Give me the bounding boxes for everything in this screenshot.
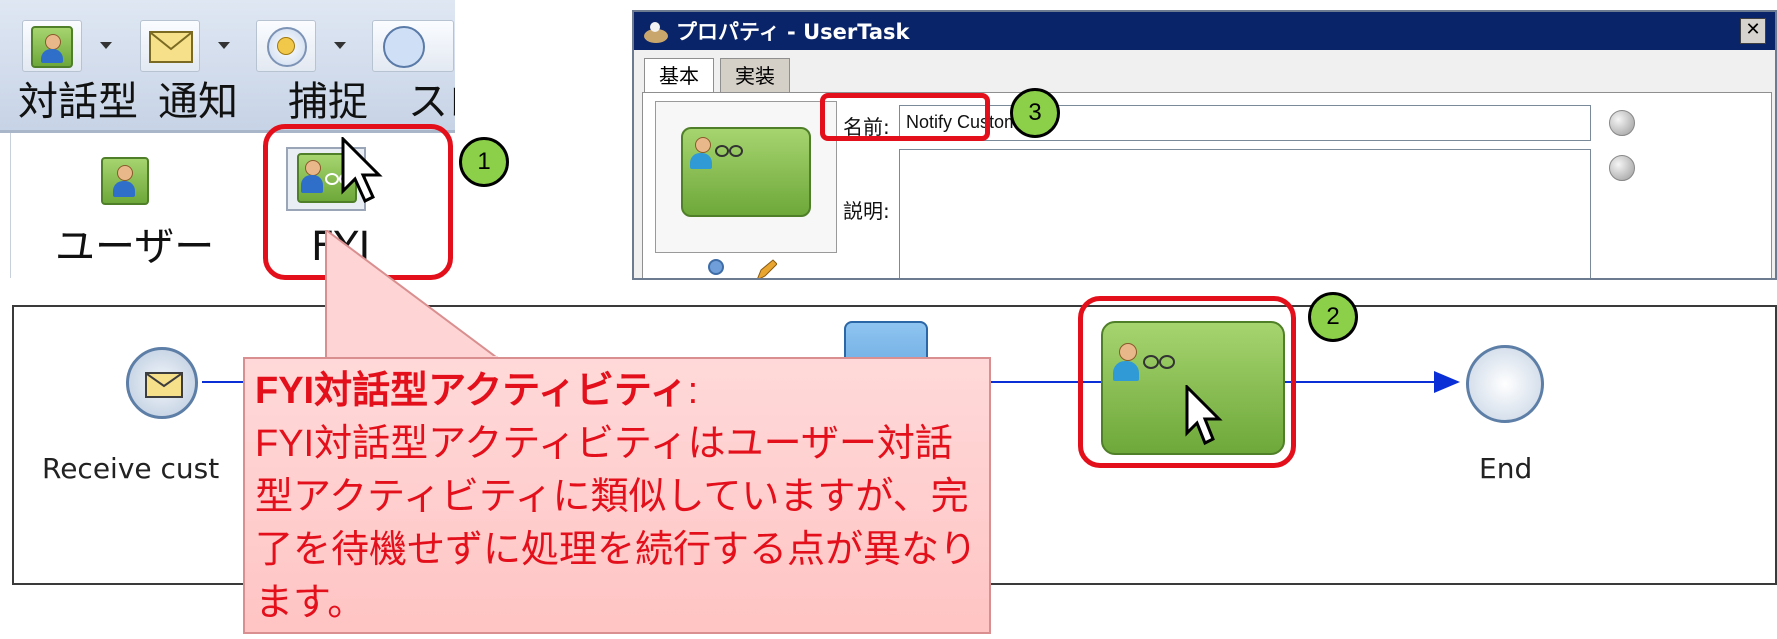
- chevron-down-icon[interactable]: [218, 42, 230, 49]
- highlight-name-field: [820, 93, 990, 141]
- highlight-fyi-task: [1078, 296, 1296, 468]
- tab-basic[interactable]: 基本: [644, 58, 714, 93]
- globe-icon[interactable]: [1609, 155, 1635, 181]
- zoom-icon[interactable]: [705, 258, 727, 280]
- task-preview-icon: [681, 127, 811, 217]
- end-event-label: End: [1479, 452, 1533, 485]
- app-icon: [644, 22, 668, 43]
- more-category-button[interactable]: [372, 20, 454, 72]
- name-field[interactable]: Notify Customer: [899, 105, 1591, 141]
- edit-icon[interactable]: [753, 258, 777, 280]
- category-label-catch[interactable]: 捕捉: [288, 82, 368, 122]
- start-event-label: Receive cust: [42, 452, 220, 485]
- start-message-event[interactable]: [126, 347, 198, 419]
- category-label-more[interactable]: スロ: [408, 82, 455, 122]
- dialog-titlebar[interactable]: プロパティ - UserTask ✕: [634, 12, 1775, 50]
- envelope-circle-icon: [383, 26, 425, 68]
- envelope-icon: [149, 31, 193, 63]
- clock-icon: [267, 27, 307, 67]
- step-badge-2: 2: [1308, 292, 1358, 342]
- explanation-callout: FYI対話型アクティビティ: FYI対話型アクティビティはユーザー対話型アクティ…: [243, 357, 991, 634]
- chevron-down-icon[interactable]: [100, 42, 112, 49]
- step-badge-1: 1: [459, 137, 509, 187]
- callout-pointer: [325, 230, 502, 360]
- user-icon: [31, 26, 73, 68]
- callout-body: FYI対話型アクティビティはユーザー対話型アクティビティに類似していますが、完了…: [255, 423, 978, 624]
- palette-item-user-label[interactable]: ユーザー: [55, 227, 214, 267]
- callout-title: FYI対話型アクティビティ: [255, 370, 688, 412]
- end-event[interactable]: [1466, 345, 1544, 423]
- step-badge-3: 3: [1010, 88, 1060, 138]
- globe-icon[interactable]: [1609, 110, 1635, 136]
- tab-implementation[interactable]: 実装: [720, 58, 790, 93]
- callout-title-colon: :: [687, 370, 699, 412]
- user-task-icon[interactable]: [101, 157, 149, 205]
- basic-panel: 名前: Notify Customer 説明:: [642, 92, 1772, 280]
- description-label: 説明:: [843, 199, 890, 223]
- chevron-down-icon[interactable]: [334, 42, 346, 49]
- category-label-interactive[interactable]: 対話型: [18, 82, 138, 122]
- notification-category-button[interactable]: [140, 20, 200, 72]
- close-icon[interactable]: ✕: [1740, 18, 1766, 44]
- catch-category-button[interactable]: [256, 20, 316, 72]
- category-label-notification[interactable]: 通知: [158, 82, 238, 122]
- properties-dialog: プロパティ - UserTask ✕ 基本 実装 名前: Notify Cust…: [632, 10, 1777, 280]
- interactive-category-button[interactable]: [22, 20, 82, 72]
- dialog-title: プロパティ - UserTask: [676, 20, 910, 44]
- description-field[interactable]: [899, 149, 1591, 278]
- envelope-icon: [145, 372, 183, 398]
- callout-text: FYI対話型アクティビティ: FYI対話型アクティビティはユーザー対話型アクティ…: [255, 365, 985, 630]
